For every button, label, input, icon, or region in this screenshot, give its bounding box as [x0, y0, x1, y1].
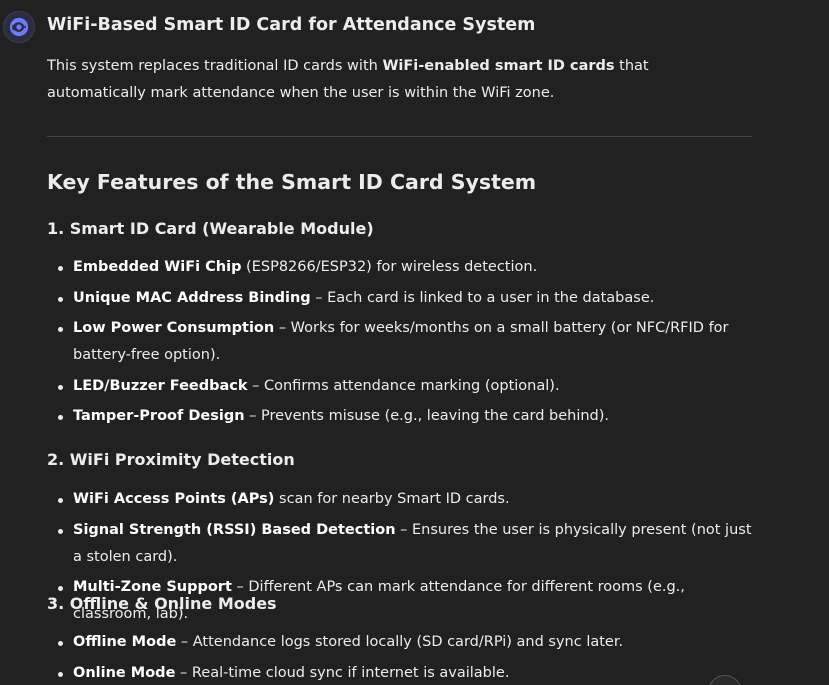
list-item-text: (ESP8266/ESP32) for wireless detection.: [241, 259, 538, 275]
list-item-bold: Offline Mode: [73, 634, 177, 650]
list-item: Low Power Consumption – Works for weeks/…: [47, 315, 762, 369]
divider: [47, 136, 752, 137]
subsection-heading: 3. Offline & Online Modes: [47, 594, 277, 613]
intro-text-start: This system replaces traditional ID card…: [47, 58, 383, 74]
list-item-text: – Each card is linked to a user in the d…: [310, 289, 655, 306]
subsection-heading: 1. Smart ID Card (Wearable Module): [47, 219, 374, 238]
list-item-text: – Attendance logs stored locally (SD car…: [176, 634, 624, 650]
list-item-text: – Confirms attendance marking (optional)…: [247, 377, 560, 394]
assistant-avatar: [3, 11, 35, 43]
list-item-bold: LED/Buzzer Feedback: [73, 377, 248, 394]
list-item-text: – Prevents misuse (e.g., leaving the car…: [244, 408, 610, 424]
intro-bold: WiFi-enabled smart ID cards: [382, 58, 615, 74]
list-item-bold: Unique MAC Address Binding: [73, 289, 311, 306]
subsection-heading: 2. WiFi Proximity Detection: [47, 450, 295, 469]
section-heading: Key Features of the Smart ID Card System: [47, 170, 537, 194]
list-item: Signal Strength (RSSI) Based Detection –…: [47, 517, 762, 571]
feature-list: Offline Mode – Attendance logs stored lo…: [47, 629, 762, 685]
list-item: Offline Mode – Attendance logs stored lo…: [47, 629, 762, 656]
list-item: Unique MAC Address Binding – Each card i…: [47, 285, 762, 312]
list-item-text: scan for nearby Smart ID cards.: [274, 491, 510, 507]
list-item-bold: Signal Strength (RSSI) Based Detection: [73, 521, 396, 538]
list-item-text: – Real-time cloud sync if internet is av…: [175, 664, 510, 681]
intro-paragraph: This system replaces traditional ID card…: [47, 53, 752, 107]
list-item: Online Mode – Real-time cloud sync if in…: [47, 660, 762, 685]
feature-list: Embedded WiFi Chip (ESP8266/ESP32) for w…: [47, 254, 762, 434]
list-item: WiFi Access Points (APs) scan for nearby…: [47, 486, 762, 513]
list-item-bold: Tamper-Proof Design: [73, 408, 245, 424]
list-item-bold: Low Power Consumption: [73, 320, 275, 336]
message-title: WiFi-Based Smart ID Card for Attendance …: [47, 15, 536, 35]
list-item: LED/Buzzer Feedback – Confirms attendanc…: [47, 373, 762, 400]
list-item-bold: Embedded WiFi Chip: [73, 259, 242, 275]
list-item-bold: Multi-Zone Support: [73, 579, 232, 595]
list-item: Tamper-Proof Design – Prevents misuse (e…: [47, 403, 762, 430]
list-item-bold: WiFi Access Points (APs): [73, 491, 275, 507]
list-item-bold: Online Mode: [73, 664, 176, 681]
chatgpt-logo-icon: [9, 17, 29, 37]
list-item: Embedded WiFi Chip (ESP8266/ESP32) for w…: [47, 254, 762, 281]
